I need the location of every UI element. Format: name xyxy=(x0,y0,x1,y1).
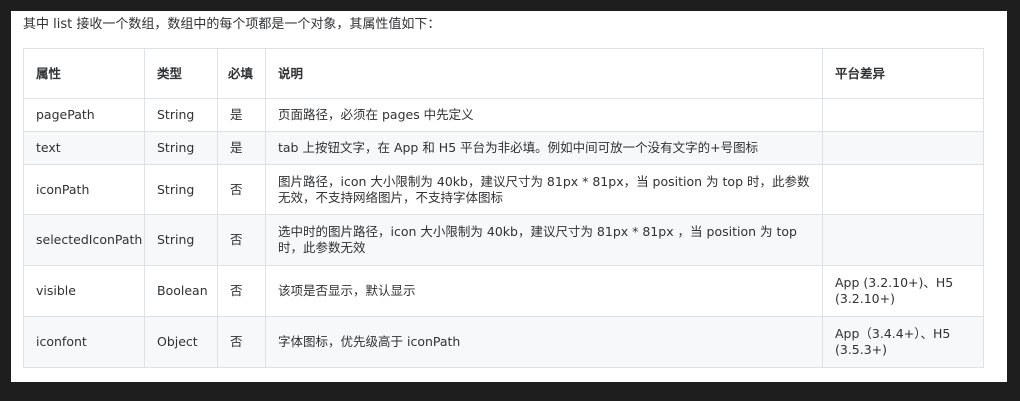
table-row: selectedIconPath String 否 选中时的图片路径，icon … xyxy=(23,214,984,266)
header-platform: 平台差异 xyxy=(822,48,984,99)
cell-platform: App (3.2.10+)、H5 (3.2.10+) xyxy=(822,265,984,317)
cell-platform xyxy=(822,164,984,215)
cell-platform xyxy=(822,214,984,266)
header-property: 属性 xyxy=(23,48,145,99)
cell-required: 是 xyxy=(217,131,266,165)
table-row: visible Boolean 否 该项是否显示，默认显示 App (3.2.1… xyxy=(23,265,984,317)
cell-property: text xyxy=(23,131,145,165)
cell-platform xyxy=(822,131,984,165)
cell-platform xyxy=(822,98,984,132)
header-type: 类型 xyxy=(144,48,218,99)
cell-type: Boolean xyxy=(144,265,218,317)
table-header-row: 属性 类型 必填 说明 平台差异 xyxy=(23,48,984,99)
cell-type: String xyxy=(144,98,218,132)
cell-type: String xyxy=(144,131,218,165)
cell-type: String xyxy=(144,214,218,266)
cell-description: 字体图标，优先级高于 iconPath xyxy=(265,316,823,368)
intro-text: 其中 list 接收一个数组，数组中的每个项都是一个对象，其属性值如下： xyxy=(23,17,441,32)
cell-required: 否 xyxy=(217,265,266,317)
cell-type: Object xyxy=(144,316,218,368)
cell-required: 是 xyxy=(217,98,266,132)
cell-type: String xyxy=(144,164,218,215)
list-properties-table: 属性 类型 必填 说明 平台差异 pagePath String 是 页面路径，… xyxy=(23,48,984,368)
cell-platform: App（3.4.4+）、H5 (3.5.3+) xyxy=(822,316,984,368)
content-panel: 其中 list 接收一个数组，数组中的每个项都是一个对象，其属性值如下： 属性 … xyxy=(11,11,1007,382)
cell-description: 页面路径，必须在 pages 中先定义 xyxy=(265,98,823,132)
cell-required: 否 xyxy=(217,316,266,368)
cell-property: iconPath xyxy=(23,164,145,215)
cell-required: 否 xyxy=(217,164,266,215)
cell-description: tab 上按钮文字，在 App 和 H5 平台为非必填。例如中间可放一个没有文字… xyxy=(265,131,823,165)
cell-description: 图片路径，icon 大小限制为 40kb，建议尺寸为 81px * 81px，当… xyxy=(265,164,823,215)
cell-required: 否 xyxy=(217,214,266,266)
cell-description: 选中时的图片路径，icon 大小限制为 40kb，建议尺寸为 81px * 81… xyxy=(265,214,823,266)
table-row: text String 是 tab 上按钮文字，在 App 和 H5 平台为非必… xyxy=(23,131,984,165)
cell-property: iconfont xyxy=(23,316,145,368)
table-row: pagePath String 是 页面路径，必须在 pages 中先定义 xyxy=(23,98,984,132)
cell-property: pagePath xyxy=(23,98,145,132)
table-row: iconPath String 否 图片路径，icon 大小限制为 40kb，建… xyxy=(23,164,984,215)
cell-property: visible xyxy=(23,265,145,317)
table-row: iconfont Object 否 字体图标，优先级高于 iconPath Ap… xyxy=(23,316,984,368)
header-description: 说明 xyxy=(265,48,823,99)
header-required: 必填 xyxy=(217,48,266,99)
cell-description: 该项是否显示，默认显示 xyxy=(265,265,823,317)
cell-property: selectedIconPath xyxy=(23,214,145,266)
